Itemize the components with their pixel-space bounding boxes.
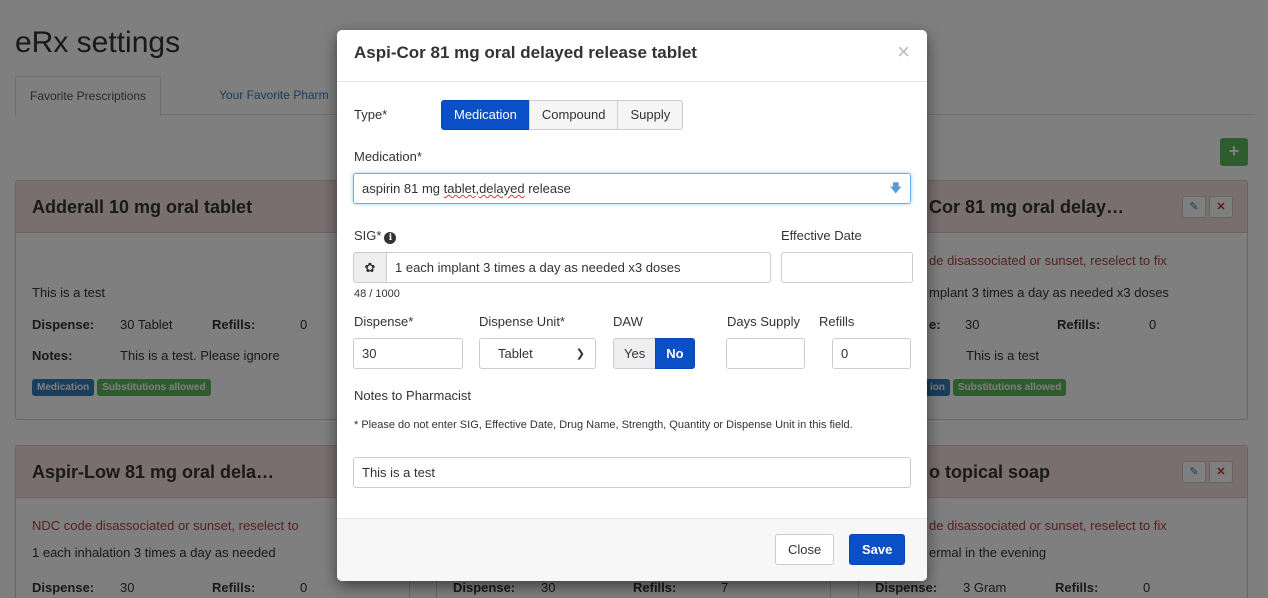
type-selector: Medication Compound Supply [441,100,684,130]
medication-value-b: tablet,delayed [443,181,525,196]
medication-input[interactable]: aspirin 81 mg tablet,delayed release 🡇 [353,173,911,204]
edit-prescription-modal: Aspi-Cor 81 mg oral delayed release tabl… [337,30,927,581]
effective-date-label: Effective Date [781,228,862,243]
sig-input[interactable]: 1 each implant 3 times a day as needed x… [386,252,771,283]
daw-toggle: Yes No [613,338,695,369]
daw-no-button[interactable]: No [655,338,695,369]
days-supply-label: Days Supply [727,314,800,329]
gear-icon[interactable]: ✿ [353,252,387,283]
dispense-label: Dispense* [354,314,414,329]
sig-label: SIG* [354,228,382,243]
type-label: Type* [354,107,388,122]
type-compound-button[interactable]: Compound [528,100,619,130]
sig-counter: 48 / 1000 [354,288,400,300]
type-medication-button[interactable]: Medication [441,100,530,130]
refills-input[interactable]: 0 [832,338,911,369]
dropdown-arrow-icon[interactable]: 🡇 [890,174,902,203]
daw-label: DAW [613,314,643,329]
days-supply-input[interactable] [726,338,805,369]
close-button[interactable]: Close [775,534,835,565]
dispense-unit-value: Tablet [498,346,533,361]
save-button[interactable]: Save [849,534,906,565]
modal-header: Aspi-Cor 81 mg oral delayed release tabl… [337,30,927,82]
refills-label: Refills [819,314,855,329]
notes-label: Notes to Pharmacist [354,388,472,403]
close-icon[interactable]: × [897,41,910,63]
chevron-down-icon: ❯ [575,348,585,360]
dispense-unit-label: Dispense Unit* [479,314,565,329]
effective-date-input[interactable] [781,252,913,283]
notes-input[interactable]: This is a test [353,457,911,488]
notes-hint: * Please do not enter SIG, Effective Dat… [354,419,853,431]
dispense-unit-select[interactable]: Tablet ❯ [479,338,596,369]
sig-label-row: SIG* i [354,228,397,244]
modal-title: Aspi-Cor 81 mg oral delayed release tabl… [354,43,697,62]
dispense-input[interactable]: 30 [353,338,463,369]
modal-footer: Close Save [337,518,927,581]
daw-yes-button[interactable]: Yes [613,338,657,369]
info-icon[interactable]: i [384,232,397,244]
type-supply-button[interactable]: Supply [617,100,684,130]
medication-value-a: aspirin 81 mg [362,181,444,196]
medication-label: Medication* [354,149,422,164]
medication-value-c: release [524,181,571,196]
